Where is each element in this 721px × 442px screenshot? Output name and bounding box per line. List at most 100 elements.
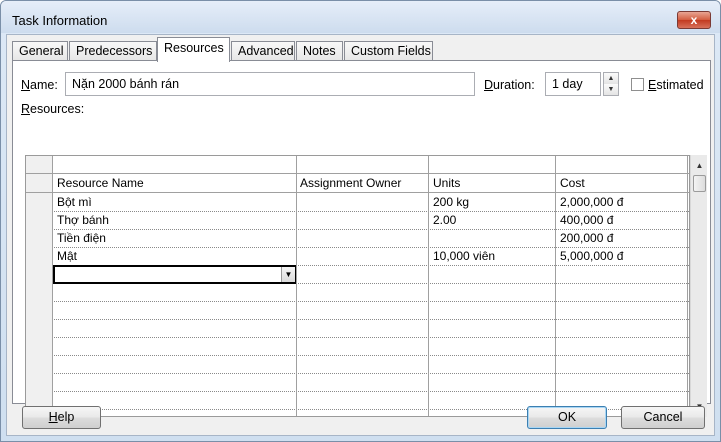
row-header-cell[interactable] [26, 338, 53, 356]
title-bar[interactable]: Task Information x [1, 1, 720, 33]
cell-units[interactable]: 200 kg [430, 194, 554, 212]
cell-resource-name[interactable]: Thợ bánh [54, 212, 296, 230]
cell-resource-name[interactable]: Mật [54, 248, 296, 266]
row-header-cell[interactable] [26, 302, 53, 320]
cell-units[interactable] [430, 284, 554, 302]
cell-resource-name[interactable]: Bột mì [54, 194, 296, 212]
duration-spinner[interactable]: ▲ ▼ [603, 72, 619, 96]
close-button[interactable]: x [677, 11, 711, 29]
row-header-cell[interactable] [26, 194, 53, 212]
cell-resource-name[interactable] [54, 320, 296, 338]
cell-resource-name[interactable] [54, 284, 296, 302]
cell-cost[interactable]: 5,000,000 đ [557, 248, 687, 266]
cell-cost[interactable] [557, 302, 687, 320]
table-row[interactable]: Bột mì 200 kg 2,000,000 đ [26, 194, 689, 212]
help-label: elp [57, 410, 75, 424]
cell-units[interactable] [430, 266, 554, 284]
cell-units[interactable]: 2.00 [430, 212, 554, 230]
cell-assignment-owner[interactable] [297, 212, 427, 230]
row-header-cell[interactable] [26, 230, 53, 248]
cell-resource-name[interactable]: Tiền điện [54, 230, 296, 248]
ok-button[interactable]: OK [527, 406, 607, 429]
cell-assignment-owner[interactable] [297, 356, 427, 374]
cell-resource-name[interactable] [54, 356, 296, 374]
table-row[interactable] [26, 284, 689, 302]
cell-units[interactable] [430, 320, 554, 338]
table-row[interactable] [26, 374, 689, 392]
cancel-button[interactable]: Cancel [621, 406, 705, 429]
spin-up-icon[interactable]: ▲ [604, 73, 618, 84]
cell-cost[interactable] [557, 320, 687, 338]
cell-assignment-owner[interactable] [297, 338, 427, 356]
cell-assignment-owner[interactable] [297, 230, 427, 248]
table-row[interactable] [26, 302, 689, 320]
table-row[interactable] [26, 356, 689, 374]
table-row[interactable] [26, 338, 689, 356]
cell-cost[interactable]: 200,000 đ [557, 230, 687, 248]
cell-assignment-owner[interactable] [297, 374, 427, 392]
cell-resource-name[interactable] [54, 374, 296, 392]
scroll-up-icon[interactable]: ▲ [691, 157, 708, 174]
col-header-units[interactable]: Units [430, 175, 554, 193]
cell-assignment-owner[interactable] [297, 266, 427, 284]
active-cell-editor[interactable]: ▼ [53, 265, 297, 284]
duration-input[interactable]: 1 day [545, 72, 601, 96]
cell-cost[interactable]: 400,000 đ [557, 212, 687, 230]
row-header-cell[interactable] [26, 212, 53, 230]
spin-down-icon[interactable]: ▼ [604, 84, 618, 95]
cell-assignment-owner[interactable] [297, 410, 427, 416]
tab-predecessors[interactable]: Predecessors [69, 41, 157, 61]
col-header-cost[interactable]: Cost [557, 175, 687, 193]
tab-resources[interactable]: Resources [157, 37, 230, 62]
row-header-cell[interactable] [26, 374, 53, 392]
cell-cost[interactable] [557, 284, 687, 302]
row-header-cell[interactable] [26, 248, 53, 266]
cell-assignment-owner[interactable] [297, 302, 427, 320]
tab-notes[interactable]: Notes [296, 41, 343, 61]
cell-cost[interactable] [557, 338, 687, 356]
cell-cost[interactable] [557, 356, 687, 374]
tab-custom-fields[interactable]: Custom Fields [344, 41, 433, 61]
grid-vertical-scrollbar[interactable]: ▲ ▼ [690, 155, 707, 417]
cell-units[interactable] [430, 374, 554, 392]
cell-units[interactable] [430, 302, 554, 320]
tab-advanced[interactable]: Advanced [231, 41, 295, 61]
row-header-cell[interactable] [26, 266, 53, 284]
cell-assignment-owner[interactable] [297, 248, 427, 266]
entry-bar[interactable] [26, 156, 689, 174]
row-header-cell[interactable] [26, 320, 53, 338]
cell-units[interactable] [430, 230, 554, 248]
cell-units[interactable] [430, 338, 554, 356]
table-row[interactable]: Mật 10,000 viên 5,000,000 đ [26, 248, 689, 266]
cell-resource-name[interactable] [54, 302, 296, 320]
table-row[interactable]: Thợ bánh 2.00 400,000 đ [26, 212, 689, 230]
task-name-input[interactable]: Nặn 2000 bánh rán [65, 72, 475, 96]
row-header-cell[interactable] [26, 356, 53, 374]
col-header-assignment-owner[interactable]: Assignment Owner [297, 175, 427, 193]
cell-units[interactable] [430, 356, 554, 374]
cell-assignment-owner[interactable] [297, 392, 427, 410]
cell-cost[interactable] [557, 374, 687, 392]
row-header-cell[interactable] [26, 284, 53, 302]
cell-units[interactable]: 10,000 viên [430, 248, 554, 266]
resources-tab-page: Name: Nặn 2000 bánh rán Duration: 1 day … [12, 60, 711, 417]
cell-assignment-owner[interactable] [297, 194, 427, 212]
dropdown-arrow-icon[interactable]: ▼ [281, 267, 295, 282]
table-row[interactable]: Tiền điện 200,000 đ [26, 230, 689, 248]
tab-label: Predecessors [76, 44, 153, 58]
help-button[interactable]: Help [22, 406, 101, 429]
cell-assignment-owner[interactable] [297, 320, 427, 338]
cell-resource-name[interactable] [54, 338, 296, 356]
col-header-resource-name[interactable]: Resource Name [54, 175, 296, 193]
dialog-title: Task Information [12, 13, 108, 28]
cell-cost[interactable] [557, 266, 687, 284]
table-row[interactable] [26, 320, 689, 338]
cell-cost[interactable]: 2,000,000 đ [557, 194, 687, 212]
resources-grid[interactable]: Resource Name Assignment Owner Units Cos… [25, 155, 690, 417]
resources-label: Resources: [21, 102, 85, 116]
cell-assignment-owner[interactable] [297, 284, 427, 302]
estimated-checkbox[interactable] [631, 78, 644, 91]
tab-general[interactable]: General [12, 41, 68, 61]
scroll-thumb[interactable] [693, 175, 706, 192]
table-row[interactable]: ▼ [26, 265, 689, 284]
